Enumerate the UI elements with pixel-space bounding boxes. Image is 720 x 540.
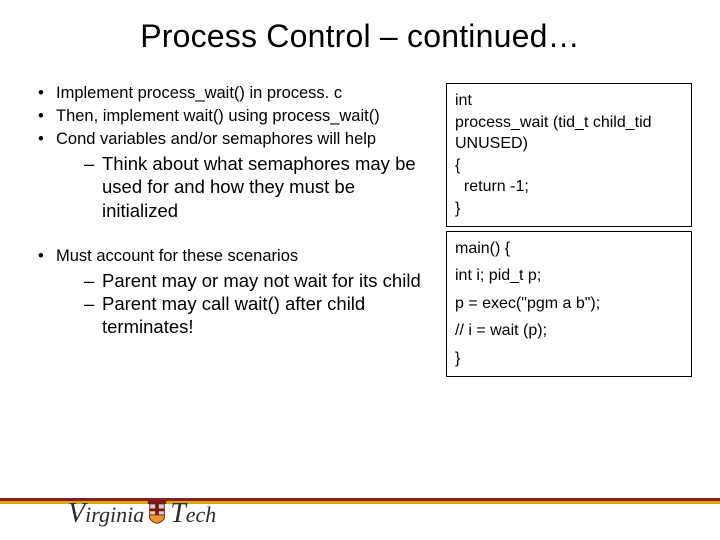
code-line: int i; pid_t p; bbox=[455, 265, 683, 287]
sub-item: Think about what semaphores may be used … bbox=[56, 152, 428, 221]
bullet-text: Cond variables and/or semaphores will he… bbox=[56, 130, 376, 148]
code-line: int bbox=[455, 90, 683, 112]
code-box-2: main() { int i; pid_t p; p = exec("pgm a… bbox=[446, 231, 692, 377]
code-line: return -1; bbox=[455, 176, 683, 198]
logo-letter-t: T bbox=[170, 498, 186, 530]
logo-text: irginia bbox=[85, 502, 144, 528]
sub-list: Think about what semaphores may be used … bbox=[56, 152, 428, 221]
bullet-list-1: Implement process_wait() in process. c T… bbox=[28, 83, 428, 222]
left-column: Implement process_wait() in process. c T… bbox=[28, 83, 428, 381]
code-line: } bbox=[455, 348, 683, 370]
logo-letter-v: V bbox=[68, 498, 85, 530]
code-line: main() { bbox=[455, 238, 683, 260]
code-line: { bbox=[455, 155, 683, 177]
slide: Process Control – continued… Implement p… bbox=[0, 0, 720, 540]
sub-item: Parent may or may not wait for its child bbox=[56, 269, 428, 292]
code-box-1: int process_wait (tid_t child_tid UNUSED… bbox=[446, 83, 692, 227]
code-line: process_wait (tid_t child_tid UNUSED) bbox=[455, 112, 683, 155]
slide-title: Process Control – continued… bbox=[28, 18, 692, 55]
logo-text: ech bbox=[186, 502, 217, 528]
bullet-item: Implement process_wait() in process. c bbox=[28, 83, 428, 104]
sub-item: Parent may call wait() after child termi… bbox=[56, 292, 428, 338]
columns: Implement process_wait() in process. c T… bbox=[28, 83, 692, 381]
vt-logo: Virginia Tech bbox=[68, 498, 216, 530]
code-line: p = exec("pgm a b"); bbox=[455, 293, 683, 315]
logo-virginia: Virginia bbox=[68, 498, 144, 530]
bullet-item: Cond variables and/or semaphores will he… bbox=[28, 129, 428, 221]
bullet-item: Must account for these scenarios Parent … bbox=[28, 246, 428, 338]
right-column: int process_wait (tid_t child_tid UNUSED… bbox=[446, 83, 692, 381]
bullet-item: Then, implement wait() using process_wai… bbox=[28, 106, 428, 127]
logo-tech: Tech bbox=[170, 498, 216, 530]
shield-icon bbox=[146, 500, 168, 528]
bullet-list-2: Must account for these scenarios Parent … bbox=[28, 246, 428, 338]
spacer bbox=[28, 224, 428, 246]
code-line: // i = wait (p); bbox=[455, 320, 683, 342]
bullet-text: Must account for these scenarios bbox=[56, 247, 298, 265]
code-line: } bbox=[455, 198, 683, 220]
sub-list: Parent may or may not wait for its child… bbox=[56, 269, 428, 338]
